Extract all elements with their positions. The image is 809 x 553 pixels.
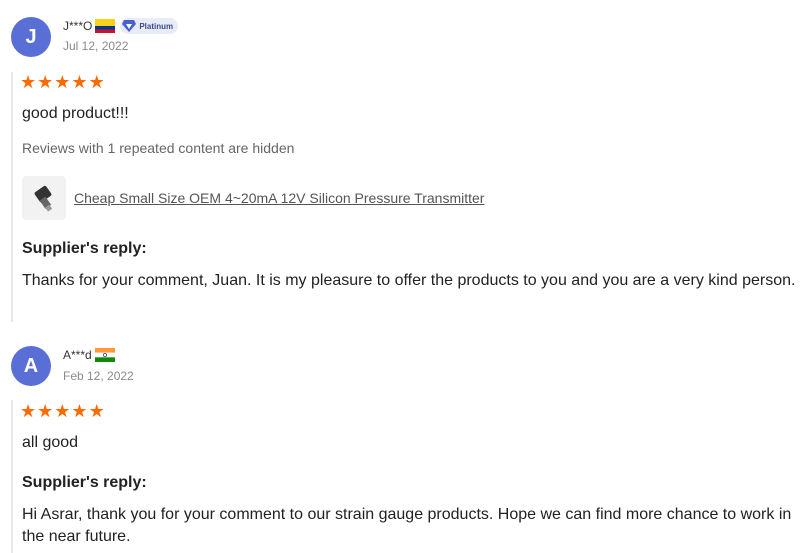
supplier-reply-text: Hi Asrar, thank you for your comment to … xyxy=(22,506,792,545)
supplier-reply-title: Supplier's reply: xyxy=(22,474,147,491)
review-divider xyxy=(11,72,13,322)
review-text: good product!!! xyxy=(22,105,129,122)
avatar: A xyxy=(11,346,51,386)
review-text: all good xyxy=(22,434,79,451)
star-icon: ★ xyxy=(71,72,88,92)
star-icon: ★ xyxy=(71,401,88,421)
reviewer-name: A***d xyxy=(63,348,115,362)
star-icon: ★ xyxy=(54,72,71,92)
star-icon: ★ xyxy=(20,401,37,421)
star-icon: ★ xyxy=(20,72,37,92)
review-date: Jul 12, 2022 xyxy=(63,39,129,53)
star-icon: ★ xyxy=(37,401,54,421)
star-icon: ★ xyxy=(37,72,54,92)
india-flag-icon xyxy=(94,348,115,362)
star-rating: ★ ★ ★ ★ ★ xyxy=(20,73,106,91)
star-icon: ★ xyxy=(54,401,71,421)
avatar: J xyxy=(11,17,51,57)
star-icon: ★ xyxy=(88,401,105,421)
supplier-reply-text: Thanks for your comment, Juan. It is my … xyxy=(22,272,796,289)
star-icon: ★ xyxy=(88,72,105,92)
pressure-transmitter-icon xyxy=(34,185,53,212)
platinum-badge: Platinum xyxy=(120,18,179,34)
diamond-icon xyxy=(122,20,137,32)
review-date: Feb 12, 2022 xyxy=(63,369,134,383)
reviewer-name: J***O Platinum xyxy=(63,18,179,34)
hidden-reviews-note: Reviews with 1 repeated content are hidd… xyxy=(22,140,295,156)
product-thumbnail[interactable] xyxy=(22,176,66,220)
star-rating: ★ ★ ★ ★ ★ xyxy=(20,402,106,420)
colombia-flag-icon xyxy=(95,19,116,33)
product-link[interactable]: Cheap Small Size OEM 4~20mA 12V Silicon … xyxy=(74,190,484,206)
supplier-reply-title: Supplier's reply: xyxy=(22,240,147,257)
review-divider xyxy=(11,400,13,553)
